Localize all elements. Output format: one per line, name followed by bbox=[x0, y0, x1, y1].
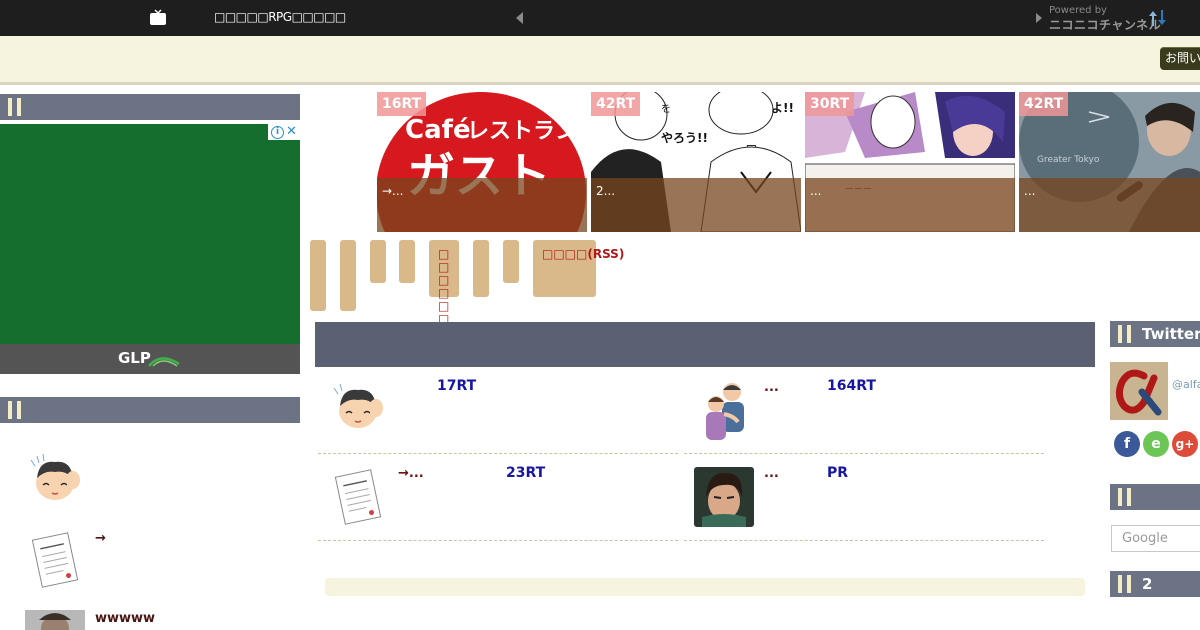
category-tab-label[interactable]: □□□□□□ bbox=[438, 248, 450, 326]
list-thumbnail-photo-icon[interactable] bbox=[25, 610, 85, 630]
article-thumbnail-hug-icon[interactable] bbox=[694, 380, 754, 440]
contact-button[interactable]: お問い bbox=[1160, 47, 1200, 70]
row-divider bbox=[684, 540, 1044, 541]
section-marker-icon bbox=[8, 401, 22, 419]
row-divider bbox=[684, 453, 1044, 454]
svg-text:Greater Tokyo: Greater Tokyo bbox=[1037, 155, 1100, 165]
article-thumbnail-document-icon[interactable] bbox=[328, 467, 388, 527]
slide-3[interactable]: ーーー 30RT ... bbox=[805, 92, 1015, 232]
article-thumbnail-person-icon[interactable] bbox=[328, 378, 388, 438]
section-marker-icon bbox=[1118, 575, 1132, 593]
section-marker-icon bbox=[1118, 325, 1132, 343]
svg-text:を: を bbox=[661, 103, 671, 115]
more-link-bar[interactable] bbox=[325, 578, 1085, 596]
retweet-count-badge: 30RT bbox=[805, 92, 855, 116]
category-tab-2[interactable] bbox=[340, 240, 356, 311]
retweet-count-badge: 42RT bbox=[1019, 92, 1069, 116]
row-divider bbox=[318, 453, 678, 454]
ad-logo: GLP bbox=[118, 349, 151, 367]
tv-icon[interactable] bbox=[149, 9, 167, 27]
retweet-count-badge: 42RT bbox=[591, 92, 641, 116]
slide-caption[interactable]: ... bbox=[1019, 178, 1200, 232]
main-section-header bbox=[315, 322, 1095, 367]
slide-caption-text[interactable]: →... bbox=[382, 184, 404, 198]
retweet-count-badge: 16RT bbox=[377, 92, 427, 116]
article-retweet-count: 23RT bbox=[506, 465, 546, 481]
article-title[interactable]: ... bbox=[764, 380, 779, 395]
category-tab-5[interactable]: □□□□□□ bbox=[429, 240, 459, 326]
article-retweet-count: 164RT bbox=[827, 378, 876, 394]
list-thumbnail-person-icon[interactable] bbox=[25, 450, 85, 510]
section-marker-icon bbox=[8, 98, 22, 116]
category-tab-7[interactable] bbox=[503, 240, 519, 283]
right-section-header-3: 2 bbox=[1110, 571, 1200, 597]
google-search-placeholder: Google bbox=[1122, 531, 1168, 546]
left-section-header-2 bbox=[0, 397, 300, 423]
ad-close-icon[interactable]: ✕ bbox=[286, 124, 297, 139]
feedly-icon[interactable]: e bbox=[1143, 431, 1169, 457]
list-item-title[interactable]: → bbox=[95, 531, 106, 546]
svg-text:レストラン: レストラン bbox=[467, 119, 577, 144]
powered-by-label: Powered by bbox=[1049, 5, 1107, 16]
niconico-channel-logo[interactable]: ニコニコチャンネル bbox=[1049, 16, 1161, 33]
list-item-title[interactable]: wwwww bbox=[95, 611, 155, 626]
sort-arrows-icon[interactable] bbox=[1148, 9, 1168, 27]
article-title[interactable]: ... bbox=[764, 466, 779, 481]
category-tab-rss[interactable]: □□□□(RSS) bbox=[533, 240, 624, 297]
slide-caption[interactable]: ... bbox=[805, 178, 1015, 232]
ad-choices[interactable]: i ✕ bbox=[268, 124, 300, 140]
twitter-section-label: Twitter bbox=[1142, 325, 1200, 343]
article-title[interactable]: →... bbox=[398, 466, 424, 481]
google-plus-icon[interactable]: g+ bbox=[1172, 431, 1198, 457]
slide-caption[interactable]: →... bbox=[377, 178, 587, 232]
google-search-input[interactable]: Google bbox=[1111, 525, 1200, 552]
list-thumbnail-document-icon[interactable] bbox=[25, 530, 85, 590]
svg-text:やろう!!: やろう!! bbox=[661, 131, 708, 145]
alpha-logo-icon[interactable] bbox=[1110, 362, 1168, 420]
category-tab-6[interactable] bbox=[473, 240, 489, 297]
article-pr-label: PR bbox=[827, 465, 849, 481]
advertisement[interactable] bbox=[0, 124, 300, 374]
top-bar bbox=[0, 0, 1200, 36]
category-tab-1[interactable] bbox=[310, 240, 326, 311]
section-marker-icon bbox=[1118, 488, 1132, 506]
slide-caption[interactable]: 2... bbox=[591, 178, 801, 232]
category-tab-4[interactable] bbox=[399, 240, 415, 283]
row-divider bbox=[318, 540, 678, 541]
slide-caption-text[interactable]: ... bbox=[810, 184, 821, 198]
slide-caption-text[interactable]: ... bbox=[1024, 184, 1035, 198]
right-section-label-3: 2 bbox=[1142, 575, 1153, 593]
twitter-handle[interactable]: @alfa bbox=[1172, 378, 1200, 391]
facebook-icon[interactable]: f bbox=[1114, 431, 1140, 457]
svg-text:よ!!: よ!! bbox=[771, 101, 794, 115]
article-thumbnail-game-character-icon[interactable] bbox=[694, 467, 754, 527]
article-retweet-count: 17RT bbox=[437, 378, 477, 394]
right-section-header-2 bbox=[1110, 484, 1200, 510]
category-tab-3[interactable] bbox=[370, 240, 386, 283]
left-section-header-1 bbox=[0, 94, 300, 120]
slide-4[interactable]: Greater Tokyo 42RT ... bbox=[1019, 92, 1200, 232]
next-arrow-icon[interactable] bbox=[1036, 13, 1042, 23]
twitter-section-header: Twitter bbox=[1110, 321, 1200, 347]
header-band bbox=[0, 36, 1200, 85]
slide-2[interactable]: を やろう!! 回 よ!! 42RT 2... bbox=[591, 92, 801, 232]
slide-caption-text[interactable]: 2... bbox=[596, 184, 615, 198]
channel-title[interactable]: □□□□□RPG□□□□□ bbox=[214, 10, 346, 24]
category-tab-label[interactable]: □□□□(RSS) bbox=[542, 248, 624, 261]
slide-1[interactable]: Café レストラン ガスト 16RT →... bbox=[377, 92, 587, 232]
ad-logo-swoosh-icon bbox=[148, 357, 180, 367]
ad-info-icon[interactable]: i bbox=[271, 126, 284, 139]
prev-arrow-icon[interactable] bbox=[516, 12, 523, 24]
svg-text:Café: Café bbox=[405, 115, 471, 145]
